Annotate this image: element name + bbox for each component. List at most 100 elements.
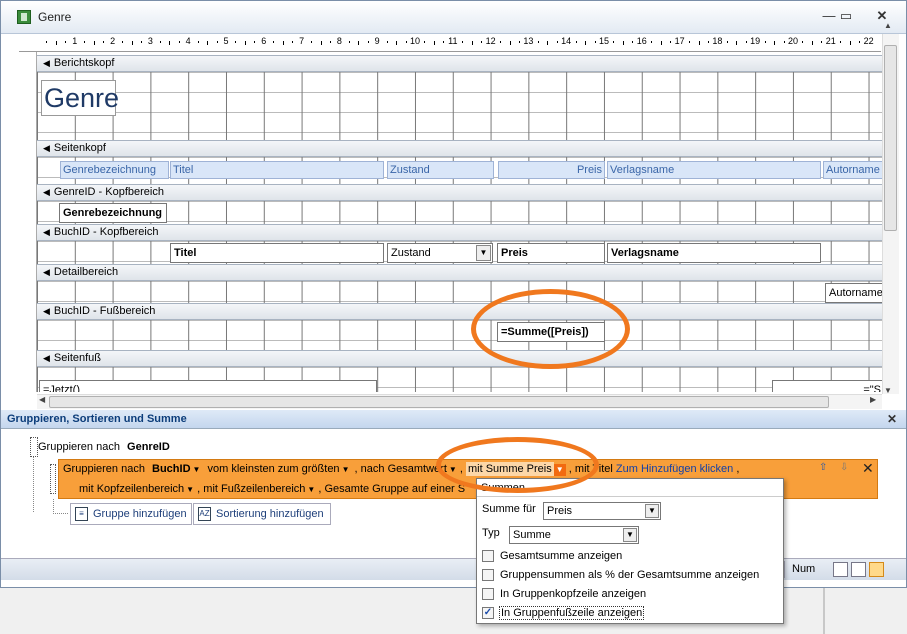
ruler-tick — [46, 41, 48, 43]
field-zustand-text: Zustand — [391, 247, 431, 259]
titel-link[interactable]: Zum Hinzufügen klicken — [616, 463, 733, 475]
gruppenfuss-label: In Gruppenfußzeile anzeigen — [499, 606, 645, 620]
chevron-down-icon[interactable]: ▼ — [476, 245, 491, 261]
ruler-number: 13 — [523, 36, 534, 46]
drag-handle-icon[interactable] — [30, 437, 38, 457]
report-view-icon[interactable] — [833, 562, 848, 577]
chevron-down-icon[interactable]: ▼ — [645, 504, 659, 518]
section-buchid-fuss[interactable]: ◀ BuchID - Fußbereich — [37, 303, 882, 320]
ruler-tick — [159, 41, 161, 43]
label-titel[interactable]: Titel — [170, 161, 384, 179]
field-zustand[interactable]: Zustand ▼ — [387, 243, 493, 263]
field-autorname[interactable]: Autorname — [825, 283, 882, 303]
sort-order[interactable]: vom kleinsten zum größten — [208, 463, 340, 475]
section-detailbereich[interactable]: ◀ Detailbereich — [37, 264, 882, 281]
ruler-tick — [462, 41, 464, 43]
field-verlagsname[interactable]: Verlagsname — [607, 243, 821, 263]
maximize-icon[interactable]: ▭ — [833, 9, 859, 25]
chevron-down-icon[interactable]: ▼ — [186, 485, 194, 494]
gruppenkopf-label: In Gruppenkopfzeile anzeigen — [500, 588, 647, 600]
vertical-scroll-thumb[interactable] — [884, 45, 897, 231]
ruler-tick — [698, 41, 700, 45]
close-icon[interactable]: ✕ — [887, 412, 897, 426]
group-icon: ≡ — [75, 507, 88, 521]
add-group-button[interactable]: ≡ Gruppe hinzufügen — [70, 503, 192, 525]
ruler-tick — [500, 41, 502, 43]
report-icon — [17, 10, 31, 24]
summe-fuer-select[interactable]: Preis ▼ — [543, 502, 661, 520]
group-row-genreid[interactable]: Gruppieren nach GenreID — [38, 441, 170, 453]
ruler-tick — [178, 41, 180, 43]
field-preis[interactable]: Preis — [497, 243, 605, 263]
move-down-icon[interactable]: ⇩ — [840, 462, 848, 473]
group-field[interactable]: BuchID — [152, 463, 191, 475]
horizontal-scroll-thumb[interactable] — [49, 396, 829, 408]
chevron-down-icon[interactable]: ▼ — [623, 528, 637, 542]
gruppe-option[interactable]: Gesamte Gruppe auf einer S — [324, 483, 465, 495]
chevron-down-icon[interactable]: ▼ — [342, 465, 350, 474]
ruler-number: 17 — [674, 36, 685, 46]
ruler-tick — [613, 41, 615, 43]
scroll-up-icon[interactable]: ▲ — [884, 21, 892, 30]
horizontal-scrollbar[interactable]: ◀ ▶ — [37, 394, 882, 409]
summe-fuer-label: Summe für — [482, 503, 536, 515]
scroll-right-icon[interactable]: ▶ — [870, 395, 876, 404]
section-label: BuchID - Kopfbereich — [53, 226, 159, 238]
scroll-left-icon[interactable]: ◀ — [39, 395, 45, 404]
chevron-down-icon[interactable]: ▼ — [193, 465, 201, 474]
separator: , — [318, 483, 322, 495]
ruler-tick — [585, 41, 587, 45]
label-autorname[interactable]: Autorname — [823, 161, 882, 179]
ruler-number: 22 — [863, 36, 874, 46]
ruler-tick — [764, 41, 766, 43]
ruler-tick — [329, 41, 331, 43]
typ-select[interactable]: Summe ▼ — [509, 526, 639, 544]
ruler-number: 4 — [185, 36, 191, 46]
ruler-number: 5 — [223, 36, 229, 46]
gruppenfuss-checkbox[interactable]: ✓ — [482, 607, 494, 619]
ruler-number: 11 — [448, 36, 458, 46]
ruler-tick — [93, 41, 95, 45]
design-view-icon[interactable] — [869, 562, 884, 577]
field-jetzt[interactable]: =Jetzt() — [39, 380, 377, 392]
ruler-number: 21 — [825, 36, 836, 46]
fusszeilen-option[interactable]: mit Fußzeilenbereich — [203, 483, 305, 495]
section-label: GenreID - Kopfbereich — [53, 186, 164, 198]
report-title-label[interactable]: Genre — [41, 80, 119, 116]
section-seitenkopf[interactable]: ◀ Seitenkopf — [37, 140, 882, 157]
section-label: Seitenkopf — [53, 142, 106, 154]
gesamtwert-option[interactable]: nach Gesamtwert — [361, 463, 447, 475]
ruler-tick — [518, 41, 520, 43]
ruler-tick — [670, 41, 672, 43]
highlight-circle-summe — [436, 437, 599, 493]
field-titel[interactable]: Titel — [170, 243, 384, 263]
ruler-tick — [235, 41, 237, 43]
label-preis[interactable]: Preis — [498, 161, 605, 179]
ruler-number: 18 — [712, 36, 723, 46]
label-genrebezeichnung[interactable]: Genrebezeichnung — [60, 161, 169, 179]
field-genrebezeichnung[interactable]: Genrebezeichnung — [59, 203, 167, 223]
label-verlagsname[interactable]: Verlagsname — [607, 161, 821, 179]
berichtskopf-area: Genre — [37, 72, 882, 140]
section-seitenfuss[interactable]: ◀ Seitenfuß — [37, 350, 882, 367]
section-berichtskopf[interactable]: ◀ Berichtskopf — [37, 55, 882, 72]
ruler-number: 3 — [147, 36, 153, 46]
ruler-tick — [244, 41, 246, 45]
section-buchid-kopf[interactable]: ◀ BuchID - Kopfbereich — [37, 224, 882, 241]
ruler-tick — [632, 41, 634, 43]
field-page-number[interactable]: ="S — [772, 380, 882, 392]
scroll-down-icon[interactable]: ▼ — [884, 386, 892, 395]
drag-handle-icon[interactable] — [50, 464, 56, 494]
gruppenkopf-checkbox[interactable] — [482, 588, 494, 600]
separator: , — [354, 463, 358, 475]
kopfzeilen-option[interactable]: mit Kopfzeilenbereich — [79, 483, 184, 495]
layout-view-icon[interactable] — [851, 562, 866, 577]
label-zustand[interactable]: Zustand — [387, 161, 494, 179]
move-up-icon[interactable]: ⇧ — [819, 462, 827, 473]
section-genreid-kopf[interactable]: ◀ GenreID - Kopfbereich — [37, 184, 882, 201]
chevron-down-icon[interactable]: ▼ — [307, 485, 315, 494]
gesamtsumme-checkbox[interactable] — [482, 550, 494, 562]
delete-icon[interactable]: ✕ — [862, 460, 874, 477]
add-sort-button[interactable]: AZ Sortierung hinzufügen — [193, 503, 331, 525]
gruppensummen-checkbox[interactable] — [482, 569, 494, 581]
